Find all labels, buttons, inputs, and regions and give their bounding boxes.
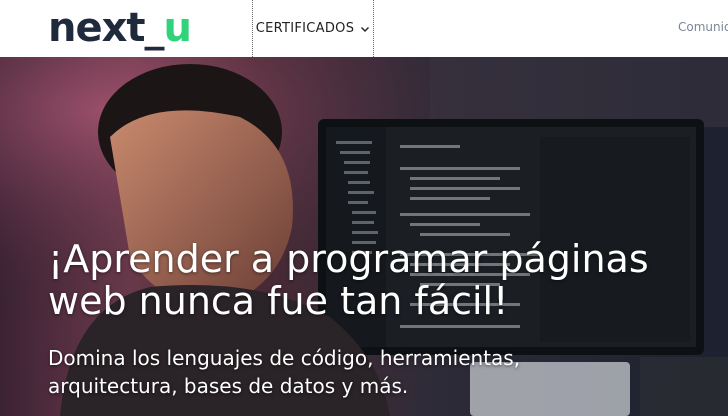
hero-title-line-1: ¡Aprender a programar páginas — [48, 237, 649, 281]
hero-title: ¡Aprender a programar páginas web nunca … — [48, 238, 708, 322]
hero-subtitle-line-1: Domina los lenguajes de código, herramie… — [48, 346, 521, 370]
logo-u-text: u — [163, 5, 193, 51]
hero-subtitle: Domina los lenguajes de código, herramie… — [48, 344, 648, 400]
nav-comunidad-link[interactable]: Comunid — [678, 20, 728, 34]
nav-certificados-dropdown[interactable]: CERTIFICADOS — [252, 0, 374, 57]
logo-underscore: _ — [144, 5, 165, 51]
site-header: next _ u CERTIFICADOS Comunid — [0, 0, 728, 57]
logo-next-text: next — [48, 5, 146, 51]
chevron-down-icon — [361, 26, 370, 32]
hero-banner: ¡Aprender a programar páginas web nunca … — [0, 57, 728, 416]
hero-title-line-2: web nunca fue tan fácil! — [48, 279, 509, 323]
hero-subtitle-line-2: arquitectura, bases de datos y más. — [48, 374, 409, 398]
nav-certificados-label: CERTIFICADOS — [255, 21, 355, 36]
logo[interactable]: next _ u — [48, 5, 193, 51]
